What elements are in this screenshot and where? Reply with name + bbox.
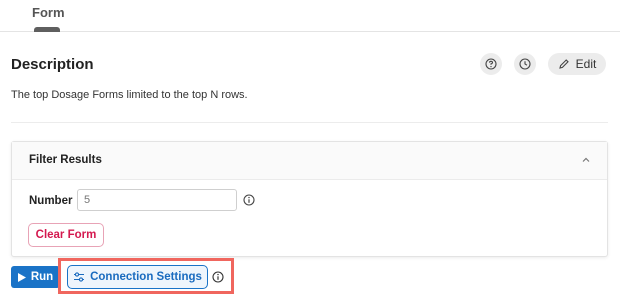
active-tab-indicator [34,27,60,32]
play-icon [17,272,26,282]
description-title: Description [11,56,94,73]
connection-settings-button[interactable]: Connection Settings [67,265,208,289]
edit-button-label: Edit [575,57,597,71]
edit-button[interactable]: Edit [548,53,606,75]
clear-form-button[interactable]: Clear Form [28,223,104,247]
history-button[interactable] [514,53,536,75]
pencil-icon [558,59,569,69]
filter-results-panel: Filter Results Number Clear Form [11,141,608,257]
question-circle-icon [485,58,497,70]
tab-form[interactable]: Form [32,5,65,20]
filter-results-header[interactable]: Filter Results [12,142,607,180]
filter-results-title: Filter Results [29,154,102,166]
run-button-label: Run [30,271,54,283]
chevron-up-icon[interactable] [581,155,591,165]
help-button[interactable] [480,53,502,75]
run-button[interactable]: Run [11,266,60,288]
sliders-icon [74,272,85,282]
description-text: The top Dosage Forms limited to the top … [11,89,248,101]
connection-settings-label: Connection Settings [90,271,202,283]
info-circle-icon[interactable] [243,194,255,206]
clock-icon [519,58,531,70]
number-label: Number [29,195,73,207]
tab-strip: Form [0,0,620,32]
info-circle-icon[interactable] [212,271,224,283]
section-divider [11,122,608,123]
number-input[interactable] [77,189,237,211]
